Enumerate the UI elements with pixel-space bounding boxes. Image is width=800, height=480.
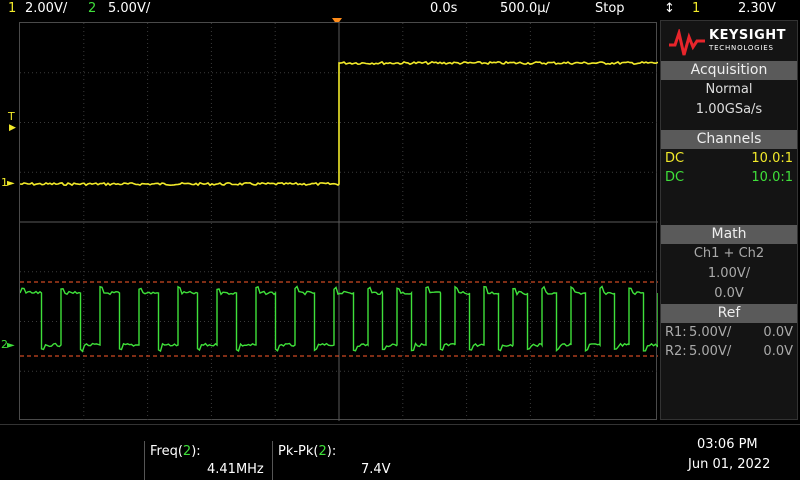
status-bar: 1 2.00V/ 2 5.00V/ 0.0s 500.0µ/ Stop ↕ 1 …	[0, 0, 800, 18]
ch1-info-row: DC 10.0:1	[661, 149, 797, 168]
ref2-offset: 0.0V	[763, 344, 793, 359]
ch2-info-row: DC 10.0:1	[661, 168, 797, 187]
math-offset: 0.0V	[714, 286, 744, 301]
ref-title[interactable]: Ref	[661, 304, 797, 323]
brand-name: KEYSIGHT	[709, 28, 786, 43]
ch2-number[interactable]: 2	[88, 1, 96, 16]
ch1-probe: 10.0:1	[751, 151, 793, 166]
side-panel: KEYSIGHT TECHNOLOGIES Acquisition Normal…	[660, 20, 798, 420]
waveform-display[interactable]	[19, 22, 658, 421]
ch1-coupling: DC	[665, 151, 685, 166]
sample-rate: 1.00GSa/s	[695, 102, 763, 117]
acquisition-mode: Normal	[705, 82, 753, 97]
ref1-label: R1:	[665, 325, 687, 340]
pkpk-label[interactable]: Pk-Pk(2):	[278, 444, 336, 459]
time-position[interactable]: 0.0s	[430, 1, 457, 16]
run-state[interactable]: Stop	[595, 1, 625, 16]
acquisition-title[interactable]: Acquisition	[661, 61, 797, 80]
trigger-channel[interactable]: 1	[692, 1, 700, 16]
meas-divider	[144, 441, 145, 480]
ch2-coupling: DC	[665, 170, 685, 185]
ch2-probe: 10.0:1	[751, 170, 793, 185]
trigger-level[interactable]: 2.30V	[738, 1, 776, 16]
clock-date: Jun 01, 2022	[688, 457, 771, 472]
clock-time: 03:06 PM	[697, 437, 758, 452]
ch1-ground-icon: ►	[7, 178, 15, 189]
ref1-offset: 0.0V	[763, 325, 793, 340]
math-title[interactable]: Math	[661, 225, 797, 244]
waveform-canvas	[20, 23, 658, 421]
math-scale: 1.00V/	[707, 266, 751, 281]
trigger-level-marker[interactable]: T	[8, 110, 15, 123]
trigger-level-arrow-icon: ▶	[9, 123, 16, 133]
math-function: Ch1 + Ch2	[693, 246, 765, 261]
time-scale[interactable]: 500.0µ/	[500, 1, 550, 16]
keysight-wave-icon	[669, 29, 705, 56]
ch2-scale[interactable]: 5.00V/	[108, 1, 150, 16]
ref1-row: R1: 5.00V/ 0.0V	[661, 323, 797, 342]
measurement-bar: Freq(2): 4.41MHz Pk-Pk(2): 7.4V 03:06 PM…	[0, 424, 800, 480]
freq-value: 4.41MHz	[207, 462, 264, 477]
ch1-number[interactable]: 1	[8, 1, 16, 16]
ch1-scale[interactable]: 2.00V/	[25, 1, 67, 16]
ch1-trace	[20, 60, 658, 187]
brand-logo: KEYSIGHT TECHNOLOGIES	[661, 21, 797, 61]
trigger-slope-icon: ↕	[664, 1, 675, 16]
ref2-scale: 5.00V/	[689, 344, 732, 359]
ref2-row: R2: 5.00V/ 0.0V	[661, 342, 797, 361]
brand-subname: TECHNOLOGIES	[709, 44, 774, 52]
ref2-label: R2:	[665, 344, 687, 359]
freq-label[interactable]: Freq(2):	[150, 444, 201, 459]
ref1-scale: 5.00V/	[689, 325, 732, 340]
ch2-ground-icon: ►	[7, 340, 15, 351]
pkpk-value: 7.4V	[361, 462, 391, 477]
channels-title[interactable]: Channels	[661, 130, 797, 149]
meas-divider	[272, 441, 273, 480]
